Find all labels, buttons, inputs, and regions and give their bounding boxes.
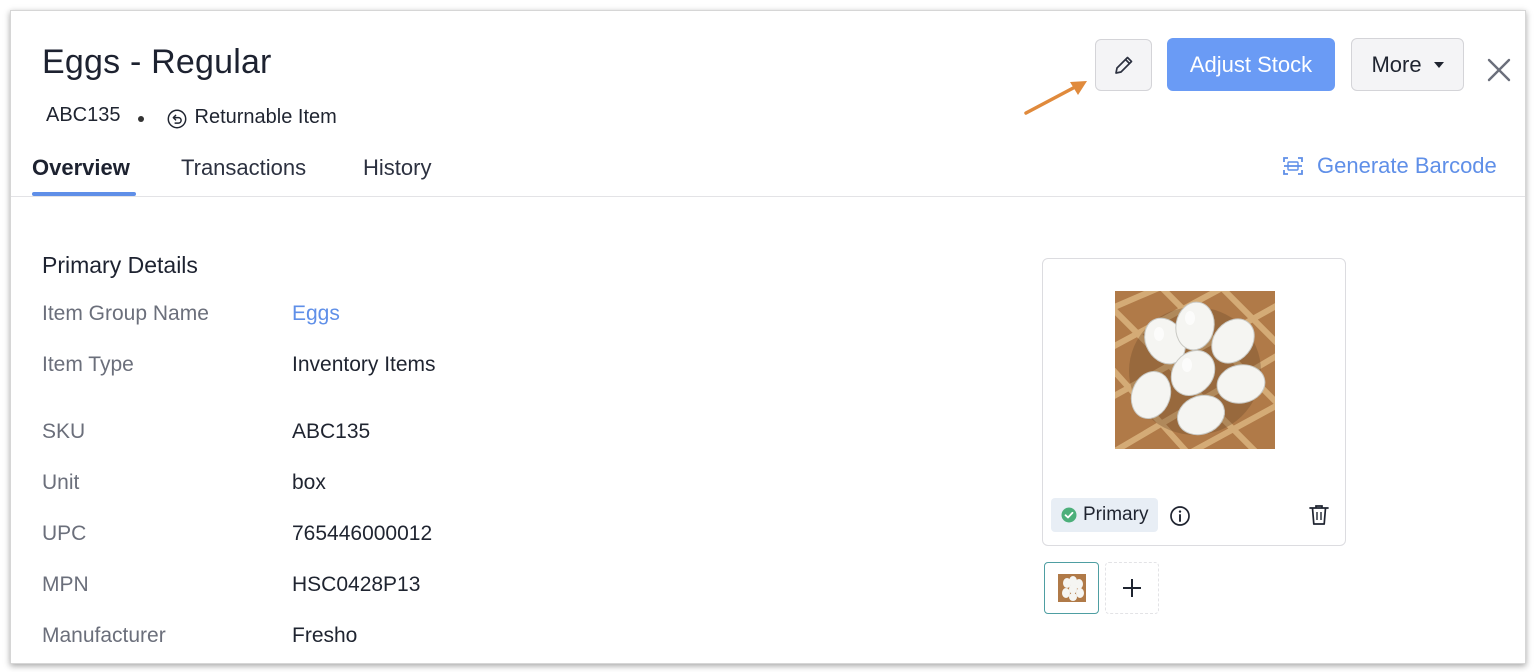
- primary-badge: Primary: [1051, 498, 1159, 532]
- detail-value: HSC0428P13: [292, 573, 421, 596]
- returnable-icon: [167, 109, 186, 128]
- plus-icon: [1123, 579, 1141, 597]
- trash-icon[interactable]: [1308, 503, 1330, 527]
- separator-dot: [137, 115, 144, 122]
- item-image-card: Primary: [1042, 258, 1346, 546]
- pencil-icon: [1114, 56, 1132, 74]
- item-meta: ABC135 Returnable Item: [46, 104, 337, 128]
- more-dropdown-button[interactable]: More: [1351, 38, 1464, 91]
- generate-barcode-label: Generate Barcode: [1317, 153, 1497, 178]
- item-thumbnail-photo: [1057, 574, 1086, 602]
- detail-value: box: [292, 471, 326, 494]
- check-circle-icon: [1061, 507, 1077, 523]
- tab-overview[interactable]: Overview: [32, 155, 130, 181]
- detail-label: Item Group Name: [42, 302, 209, 325]
- more-label: More: [1371, 51, 1422, 77]
- annotation-arrow-icon: [1024, 81, 1087, 115]
- detail-value: Inventory Items: [292, 353, 436, 376]
- add-image-button[interactable]: [1105, 562, 1159, 614]
- detail-label: SKU: [42, 420, 86, 443]
- item-photo[interactable]: [1115, 291, 1275, 449]
- barcode-scan-icon: [1283, 157, 1303, 175]
- tab-history[interactable]: History: [363, 155, 431, 181]
- generate-barcode-link[interactable]: Generate Barcode: [1281, 153, 1497, 179]
- page-title: Eggs - Regular: [42, 43, 272, 81]
- active-tab-indicator: [32, 192, 136, 196]
- detail-value: Fresho: [292, 624, 358, 647]
- edit-button[interactable]: [1095, 39, 1152, 91]
- section-title-primary-details: Primary Details: [42, 252, 198, 278]
- detail-value: ABC135: [292, 420, 371, 443]
- returnable-label: Returnable Item: [194, 106, 337, 128]
- sku-text: ABC135: [46, 104, 121, 126]
- detail-label: UPC: [42, 522, 87, 545]
- caret-down-icon: [1433, 61, 1444, 68]
- tab-transactions[interactable]: Transactions: [181, 155, 306, 181]
- item-detail-panel: Eggs - Regular ABC135 Returnable Item Ad…: [10, 10, 1526, 664]
- detail-value: 765446000012: [292, 522, 433, 545]
- detail-label: MPN: [42, 573, 89, 596]
- detail-label: Unit: [42, 471, 80, 494]
- detail-label: Item Type: [42, 353, 134, 376]
- info-icon[interactable]: [1169, 505, 1191, 527]
- image-thumbnail[interactable]: [1044, 562, 1099, 614]
- close-icon[interactable]: [1485, 56, 1513, 84]
- adjust-stock-button[interactable]: Adjust Stock: [1167, 38, 1335, 91]
- item-group-link[interactable]: Eggs: [292, 302, 340, 326]
- detail-label: Manufacturer: [42, 624, 166, 647]
- primary-badge-label: Primary: [1083, 504, 1149, 525]
